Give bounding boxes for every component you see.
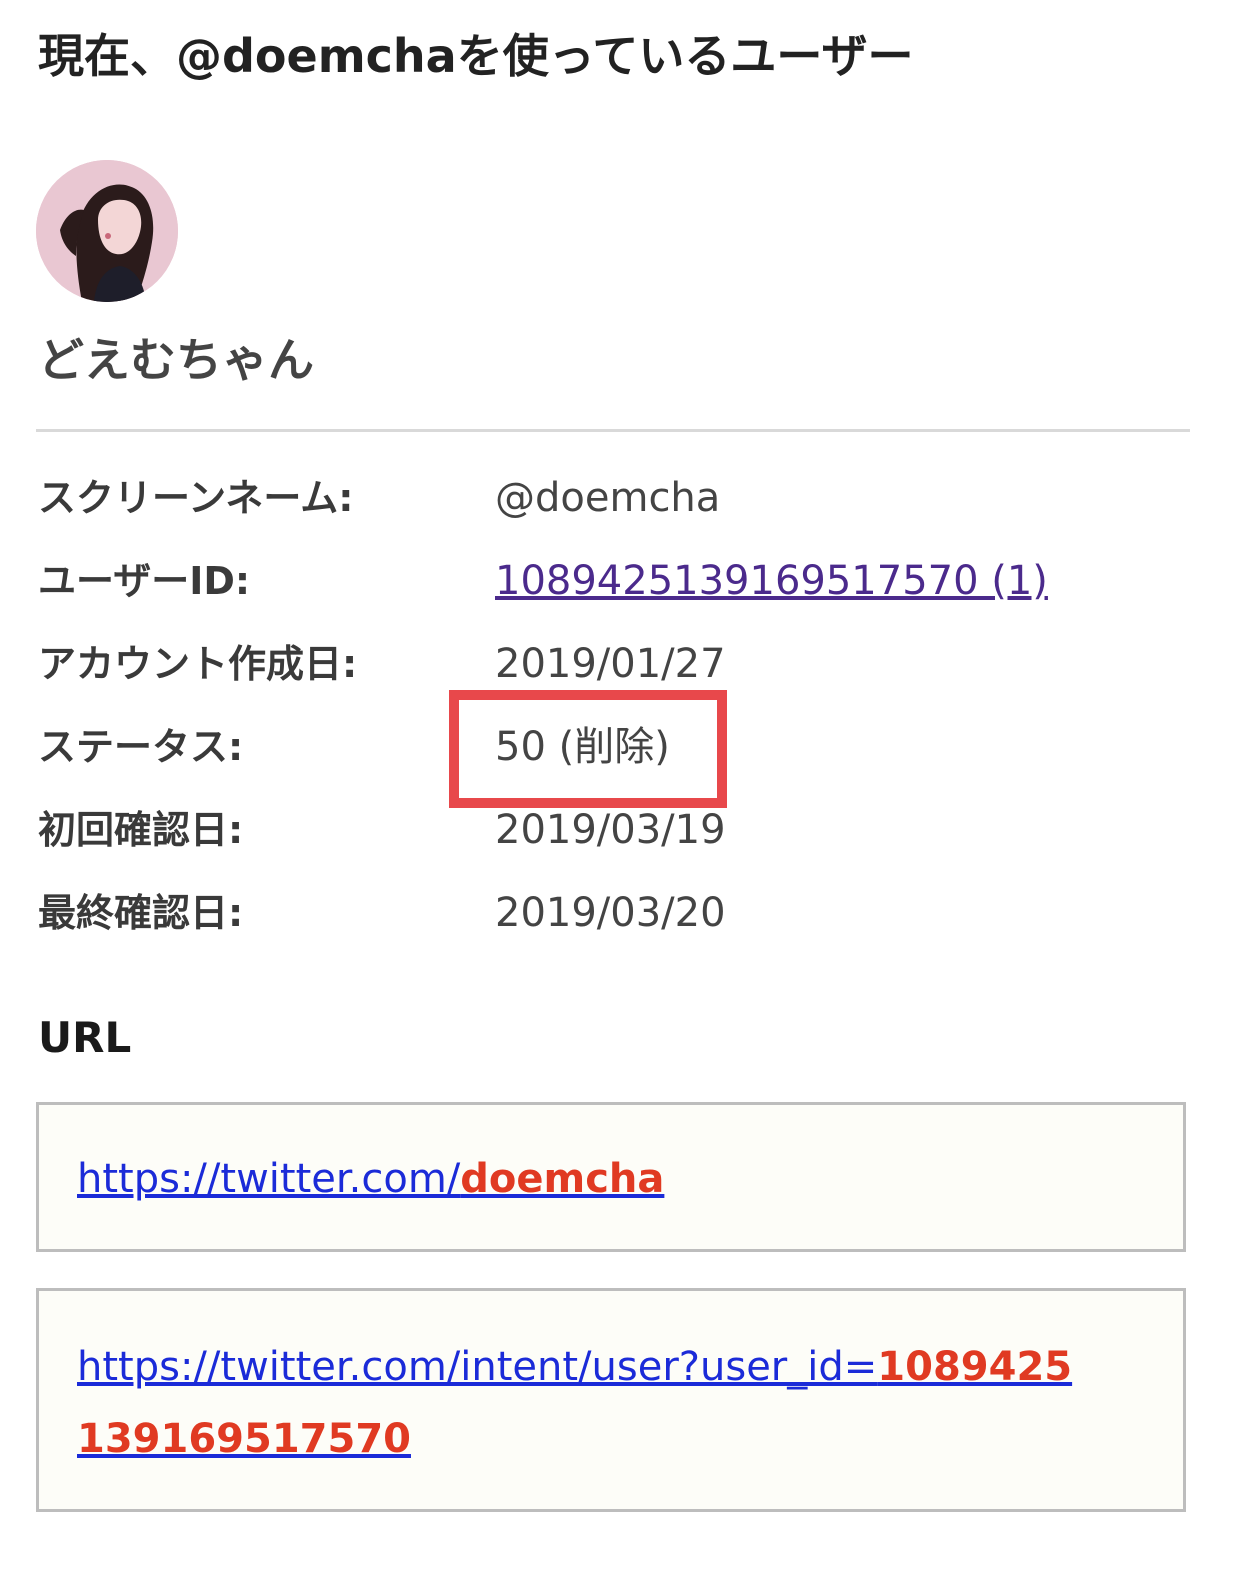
intent-url-link[interactable]: https://twitter.com/intent/user?user_id=… — [77, 1331, 1167, 1475]
screen-name-label: スクリーンネーム: — [38, 476, 354, 520]
url-heading: URL — [38, 1013, 132, 1062]
info-row-user-id: ユーザーID: 1089425139169517570 (1) — [38, 551, 1198, 611]
profile-url-screen-name: doemcha — [460, 1156, 665, 1202]
last-seen-value: 2019/03/20 — [495, 890, 726, 936]
created-date-value: 2019/01/27 — [495, 641, 726, 687]
page-title: 現在、@doemchaを使っているユーザー — [38, 29, 914, 83]
intent-url-user-id-part2: 139169517570 — [77, 1416, 411, 1462]
user-id-link[interactable]: 1089425139169517570 (1) — [495, 558, 1048, 604]
first-seen-value: 2019/03/19 — [495, 807, 726, 853]
intent-url-prefix: https://twitter.com/intent/user?user_id= — [77, 1344, 878, 1390]
info-row-created: アカウント作成日: 2019/01/27 — [38, 634, 1198, 694]
info-row-first-seen: 初回確認日: 2019/03/19 — [38, 800, 1198, 860]
status-highlight-box — [449, 690, 727, 808]
info-row-screen-name: スクリーンネーム: @doemcha — [38, 468, 1198, 528]
profile-url-link[interactable]: https://twitter.com/doemcha — [77, 1143, 664, 1215]
avatar-image — [36, 160, 178, 302]
user-id-label: ユーザーID: — [38, 559, 251, 603]
intent-url-user-id-part1: 1089425 — [877, 1344, 1073, 1390]
last-seen-label: 最終確認日: — [38, 891, 244, 935]
info-row-last-seen: 最終確認日: 2019/03/20 — [38, 883, 1198, 943]
url-box-profile: https://twitter.com/doemcha — [36, 1102, 1186, 1252]
first-seen-label: 初回確認日: — [38, 808, 244, 852]
screen-name-value: @doemcha — [495, 475, 721, 521]
status-label: ステータス: — [38, 725, 244, 769]
avatar — [36, 160, 178, 302]
url-box-intent: https://twitter.com/intent/user?user_id=… — [36, 1288, 1186, 1512]
divider — [36, 429, 1190, 432]
display-name: どえむちゃん — [38, 333, 314, 387]
user-id-value: 1089425139169517570 (1) — [495, 551, 1048, 611]
created-date-label: アカウント作成日: — [38, 642, 358, 686]
profile-url-prefix: https://twitter.com/ — [77, 1156, 461, 1202]
